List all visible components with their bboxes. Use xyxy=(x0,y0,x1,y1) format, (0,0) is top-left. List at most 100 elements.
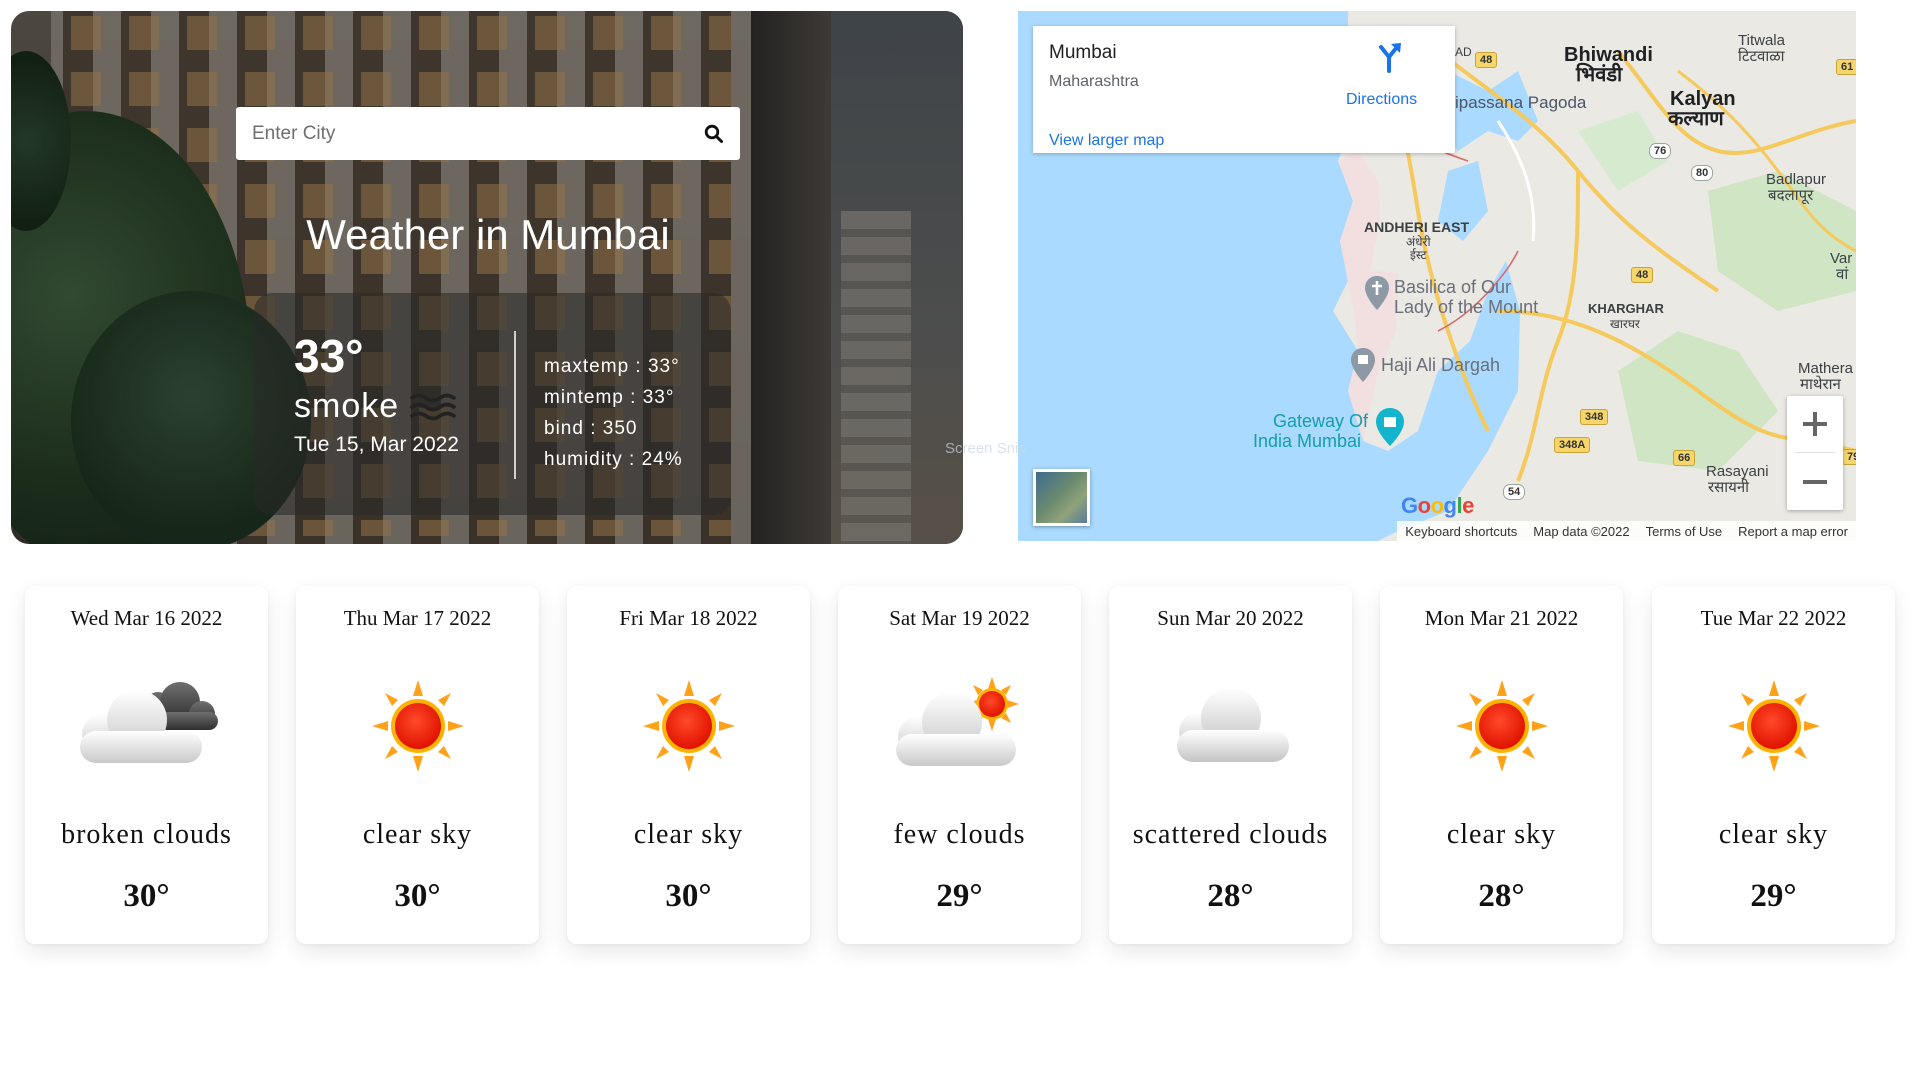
zoom-separator xyxy=(1795,452,1835,453)
map-label-andheri: ANDHERI EAST xyxy=(1364,219,1470,235)
map-label-gateway-2: India Mumbai xyxy=(1253,431,1362,451)
highway-shield: 76 xyxy=(1649,143,1672,159)
map-place-region: Maharashtra xyxy=(1049,73,1139,90)
forecast-icon xyxy=(296,676,539,776)
directions-icon[interactable] xyxy=(1375,41,1403,73)
forecast-date: Thu Mar 17 2022 xyxy=(343,606,492,630)
forecast-temperature: 30° xyxy=(665,878,712,914)
highway-shield: 54 xyxy=(1503,484,1526,500)
search-button[interactable] xyxy=(688,107,740,160)
stat-maxtemp: maxtemp : 33° xyxy=(544,356,680,377)
map-label-kalyan-local: कल्याण xyxy=(1668,108,1724,130)
map-label-matheran-local: माथेरान xyxy=(1800,376,1841,393)
forecast-date: Sun Mar 20 2022 xyxy=(1157,606,1304,630)
map-label-kalyan: Kalyan xyxy=(1670,88,1736,110)
map-label-basilica-2: Lady of the Mount xyxy=(1394,297,1539,317)
map-pin-icon xyxy=(1376,408,1404,446)
highway-shield: 48 xyxy=(1475,52,1498,68)
zoom-in-button[interactable] xyxy=(1787,396,1843,452)
clear-sky-icon xyxy=(1727,680,1820,772)
forecast-card: Fri Mar 18 2022 clear sky 30° xyxy=(567,586,810,944)
highway-shield: 348 xyxy=(1580,409,1609,425)
map-label-andheri-local-2: ईस्ट xyxy=(1410,248,1427,262)
terms-of-use-link[interactable]: Terms of Use xyxy=(1646,524,1723,539)
forecast-icon xyxy=(1109,676,1352,776)
screen-snip-watermark: Screen Snip xyxy=(945,440,1027,457)
forecast-description: clear sky xyxy=(1446,819,1557,850)
forecast-card: Wed Mar 16 2022 broken clouds 30° xyxy=(25,586,268,944)
google-logo: Google xyxy=(1401,493,1474,518)
forecast-date: Mon Mar 21 2022 xyxy=(1424,606,1579,630)
forecast-date: Wed Mar 16 2022 xyxy=(70,606,223,630)
map-label-haji-ali: Haji Ali Dargah xyxy=(1381,355,1501,375)
forecast-temperature: 30° xyxy=(123,878,170,914)
forecast-icon xyxy=(838,676,1081,776)
clear-sky-icon xyxy=(642,680,735,772)
stat-humidity: humidity : 24% xyxy=(544,449,683,470)
map-label-badlapur: Badlapur xyxy=(1766,171,1827,188)
forecast-icon xyxy=(1652,676,1895,776)
forecast-temperature: 28° xyxy=(1478,878,1525,914)
highway-shield: 79 xyxy=(1842,449,1856,465)
map-pin-icon xyxy=(1351,348,1375,382)
forecast-card: Sat Mar 19 2022 few clouds 29° xyxy=(838,586,1081,944)
map-label-pagoda: ipassana Pagoda xyxy=(1455,93,1587,112)
forecast-description: scattered clouds xyxy=(1132,819,1329,850)
highway-shield: 48 xyxy=(1631,267,1654,283)
view-larger-map-link[interactable]: View larger map xyxy=(1049,132,1164,150)
satellite-toggle[interactable] xyxy=(1033,469,1090,526)
forecast-temperature: 28° xyxy=(1207,878,1254,914)
map-label-kharghar-local: खारघर xyxy=(1610,317,1640,331)
map-label-gateway-1: Gateway Of xyxy=(1273,411,1369,431)
current-weather-card: 33° smoke Tue 15, Mar 2022 maxtemp : 33°… xyxy=(254,293,731,515)
map-attribution-bar: Keyboard shortcuts Map data ©2022 Terms … xyxy=(1397,521,1856,541)
forecast-description: clear sky xyxy=(633,819,744,850)
directions-link[interactable]: Directions xyxy=(1346,91,1417,109)
forecast-description: clear sky xyxy=(362,819,473,850)
city-search-bar xyxy=(236,107,740,160)
forecast-card: Sun Mar 20 2022 scattered clouds 28° xyxy=(1109,586,1352,944)
map-pin-icon xyxy=(1365,276,1389,310)
highway-shield: 348A xyxy=(1554,437,1591,453)
card-divider xyxy=(514,331,516,479)
map-place-card: Mumbai Maharashtra View larger map Direc… xyxy=(1033,26,1455,153)
few-clouds-icon xyxy=(895,677,1019,766)
zoom-out-button[interactable] xyxy=(1787,454,1843,510)
keyboard-shortcuts-link[interactable]: Keyboard shortcuts xyxy=(1405,524,1517,539)
forecast-icon xyxy=(567,676,810,776)
report-map-error-link[interactable]: Report a map error xyxy=(1738,524,1848,539)
forecast-temperature: 30° xyxy=(394,878,441,914)
zoom-control xyxy=(1787,396,1843,510)
weather-title: Weather in Mumbai xyxy=(306,211,670,258)
forecast-temperature: 29° xyxy=(1750,878,1797,914)
weather-stats: maxtemp : 33° mintemp : 33° bind : 350 h… xyxy=(544,351,683,475)
forecast-temperature: 29° xyxy=(936,878,983,914)
city-search-input[interactable] xyxy=(236,107,688,160)
forecast-date: Tue Mar 22 2022 xyxy=(1700,606,1847,630)
map-label-matheran: Mathera xyxy=(1798,360,1854,377)
map-label-badlapur-local: बदलापूर xyxy=(1768,187,1814,204)
google-map-embed[interactable]: Mumbai Maharashtra View larger map Direc… xyxy=(1018,11,1856,541)
forecast-date: Sat Mar 19 2022 xyxy=(889,606,1030,630)
forecast-icon xyxy=(1380,676,1623,776)
forecast-card: Tue Mar 22 2022 clear sky 29° xyxy=(1652,586,1895,944)
map-label-bhiwandi-local: भिवंडी xyxy=(1576,64,1623,86)
forecast-icon xyxy=(25,676,268,776)
current-condition-row: smoke xyxy=(294,387,459,426)
search-icon xyxy=(704,124,723,143)
forecast-card: Thu Mar 17 2022 clear sky 30° xyxy=(296,586,539,944)
highway-shield: 66 xyxy=(1673,450,1696,466)
map-place-name: Mumbai xyxy=(1049,42,1117,63)
clear-sky-icon xyxy=(371,680,464,772)
forecast-card: Mon Mar 21 2022 clear sky 28° xyxy=(1380,586,1623,944)
map-label-titwala-local: टिटवाळा xyxy=(1738,48,1785,65)
map-label-kharghar: KHARGHAR xyxy=(1588,301,1664,316)
map-label-var: Var xyxy=(1830,250,1853,267)
map-data-text: Map data ©2022 xyxy=(1533,523,1630,539)
map-label-ad: AD xyxy=(1455,45,1472,59)
plus-icon xyxy=(1803,412,1827,436)
highway-shield: 61 xyxy=(1836,59,1856,75)
map-label-rasayani-local: रसायनी xyxy=(1708,479,1750,496)
current-condition: smoke xyxy=(294,387,400,425)
map-label-var-local: वां xyxy=(1836,266,1849,283)
